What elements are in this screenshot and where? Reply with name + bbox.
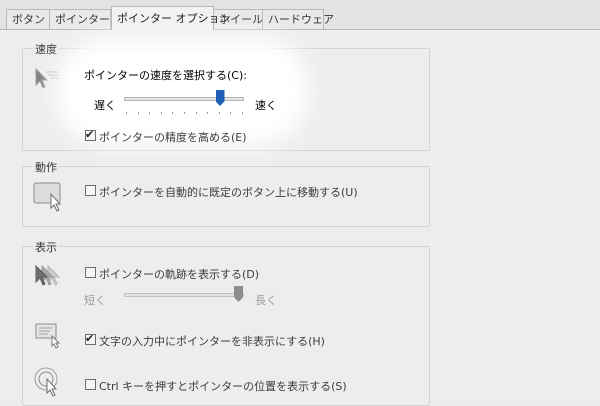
slider-tick — [242, 112, 243, 114]
slider-tick — [126, 112, 127, 114]
hide-typing-label: 文字の入力中にポインターを非表示にする(H) — [99, 335, 325, 348]
short-label: 短く — [84, 294, 106, 307]
slider-tick — [218, 112, 220, 114]
fast-label: 速く — [255, 99, 277, 112]
slider-tick — [149, 112, 151, 114]
slider-tick — [195, 112, 197, 114]
check-icon: ✔ — [85, 128, 95, 141]
tab-hardware[interactable]: ハードウェア — [262, 9, 334, 29]
long-label: 長く — [255, 294, 277, 307]
ctrl-label: Ctrl キーを押すとポインターの位置を表示する(S) — [99, 380, 347, 393]
hide-typing-icon — [35, 323, 61, 349]
pointer-speed-icon — [35, 67, 60, 89]
tab-label: ポインター オプション — [117, 12, 231, 25]
pointer-trails-icon — [35, 264, 61, 286]
visibility-group-title: 表示 — [33, 239, 59, 255]
trails-label: ポインターの軌跡を表示する(D) — [99, 268, 260, 281]
tab-label: ボタン — [12, 13, 45, 26]
slow-label: 遅く — [94, 99, 116, 112]
pointer-speed-label: ポインターの速度を選択する(C): — [84, 69, 247, 82]
slider-tick — [230, 112, 232, 114]
precision-label: ポインターの精度を高める(E) — [99, 131, 247, 144]
tab-pointers[interactable]: ポインター — [49, 9, 111, 29]
slider-tick — [207, 112, 209, 114]
slider-tick — [184, 112, 185, 114]
tab-label: ハードウェア — [268, 13, 334, 26]
slider-tick — [137, 112, 139, 114]
hide-typing-checkbox[interactable]: ✔ — [85, 332, 96, 345]
speed-group-title: 速度 — [33, 41, 59, 57]
tab-label: ポインター — [55, 13, 110, 26]
slider-tick — [172, 112, 174, 114]
check-icon: ✔ — [85, 332, 95, 345]
pointer-location-icon — [34, 367, 58, 397]
trails-slider-track[interactable] — [124, 293, 244, 297]
snap-checkbox[interactable] — [85, 185, 96, 196]
slider-tick — [160, 112, 162, 114]
snap-group-title: 動作 — [33, 159, 59, 175]
snap-label: ポインターを自動的に既定のボタン上に移動する(U) — [99, 186, 358, 199]
ctrl-checkbox[interactable] — [85, 379, 96, 390]
speed-highlight — [72, 54, 292, 128]
trails-checkbox[interactable] — [85, 267, 96, 278]
speed-slider-track[interactable] — [124, 97, 244, 101]
tab-pointer-options[interactable]: ポインター オプション — [111, 6, 231, 30]
precision-checkbox[interactable]: ✔ — [85, 128, 96, 141]
tab-buttons[interactable]: ボタン — [6, 9, 50, 29]
snap-button-icon — [33, 182, 62, 212]
